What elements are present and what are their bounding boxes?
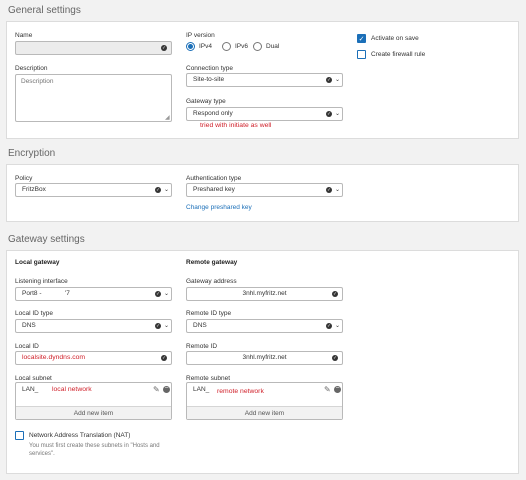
nat-checkbox[interactable]: Network Address Translation (NAT) [15, 431, 130, 440]
check-circle-icon: ✓ [155, 187, 161, 193]
check-circle-icon: ✓ [326, 77, 332, 83]
nat-note: You must first create these subnets in "… [29, 443, 160, 457]
local-subnet-label: Local subnet [15, 375, 52, 382]
local-gateway-heading: Local gateway [15, 259, 60, 266]
checkbox-icon [357, 50, 366, 59]
section-title-encryption: Encryption [8, 148, 56, 159]
list-item: LAN_ local network ✎ − [16, 383, 171, 397]
policy-label: Policy [15, 175, 33, 182]
listening-interface-select[interactable]: Port8 - '7 ✓ ⌄ [15, 287, 172, 301]
check-circle-icon: ✓ [155, 291, 161, 297]
check-circle-icon: ✓ [161, 45, 167, 51]
radio-dual[interactable]: Dual [253, 42, 279, 51]
gateway-address-label: Gateway address [186, 278, 237, 285]
connection-type-label: Connection type [186, 65, 233, 72]
list-item: LAN_ remote network ✎ − [187, 383, 342, 397]
minus-circle-icon[interactable]: − [163, 385, 170, 393]
policy-select[interactable]: FritzBox ✓ ⌄ [15, 183, 172, 197]
local-id-type-select[interactable]: DNS ✓ ⌄ [15, 319, 172, 333]
remote-id-type-label: Remote ID type [186, 310, 232, 317]
connection-type-select[interactable]: Site-to-site ✓ ⌄ [186, 73, 343, 87]
radio-icon [186, 42, 195, 51]
radio-icon [253, 42, 262, 51]
radio-ipv6[interactable]: IPv6 [222, 42, 248, 51]
gateway-type-label: Gateway type [186, 98, 226, 105]
check-circle-icon: ✓ [332, 355, 338, 361]
radio-ipv4[interactable]: IPv4 [186, 42, 212, 51]
pencil-icon[interactable]: ✎ [324, 383, 331, 397]
description-label: Description [15, 65, 48, 72]
resize-grip-icon[interactable]: ◢ [165, 114, 170, 121]
auth-type-label: Authentication type [186, 175, 242, 182]
chevron-down-icon: ⌄ [163, 187, 169, 193]
create-firewall-rule-checkbox[interactable]: Create firewall rule [357, 50, 425, 59]
section-title-gateway: Gateway settings [8, 234, 85, 245]
add-new-item-button[interactable]: Add new item [16, 406, 171, 419]
checkbox-icon [15, 431, 24, 440]
local-subnet-list: LAN_ local network ✎ − Add new item [15, 382, 172, 420]
remote-subnet-list: LAN_ remote network ✎ − Add new item [186, 382, 343, 420]
change-preshared-key-link[interactable]: Change preshared key [186, 204, 252, 211]
check-circle-icon: ✓ [326, 323, 332, 329]
minus-circle-icon[interactable]: − [334, 385, 341, 393]
check-circle-icon: ✓ [332, 291, 338, 297]
chevron-down-icon: ⌄ [334, 111, 340, 117]
check-circle-icon: ✓ [326, 111, 332, 117]
check-circle-icon: ✓ [155, 323, 161, 329]
activate-on-save-checkbox[interactable]: ✓ Activate on save [357, 34, 419, 43]
auth-type-select[interactable]: Preshared key ✓ ⌄ [186, 183, 343, 197]
remote-id-field[interactable]: 3nhl.myfritz.net ✓ [186, 351, 343, 365]
name-label: Name [15, 32, 33, 39]
chevron-down-icon: ⌄ [163, 323, 169, 329]
check-circle-icon: ✓ [161, 355, 167, 361]
remote-id-label: Remote ID [186, 343, 218, 350]
encryption-card: Policy FritzBox ✓ ⌄ Authentication type … [6, 164, 519, 222]
gateway-type-annotation: tried with initiate as well [200, 122, 272, 129]
checkbox-icon: ✓ [357, 34, 366, 43]
remote-subnet-label: Remote subnet [186, 375, 231, 382]
radio-icon [222, 42, 231, 51]
name-field[interactable]: ✓ [15, 41, 172, 55]
local-id-label: Local ID [15, 343, 39, 350]
local-subnet-annotation: local network [52, 386, 92, 393]
chevron-down-icon: ⌄ [334, 187, 340, 193]
ip-version-label: IP version [186, 32, 215, 39]
local-id-field[interactable]: localsite.dyndns.com ✓ [15, 351, 172, 365]
chevron-down-icon: ⌄ [334, 323, 340, 329]
section-title-general: General settings [8, 5, 81, 16]
remote-subnet-annotation: remote network [217, 388, 264, 395]
description-textarea[interactable] [15, 74, 172, 122]
chevron-down-icon: ⌄ [163, 291, 169, 297]
pencil-icon[interactable]: ✎ [153, 383, 160, 397]
add-new-item-button[interactable]: Add new item [187, 406, 342, 419]
gateway-type-select[interactable]: Respond only ✓ ⌄ [186, 107, 343, 121]
general-settings-card: Name ✓ Description ◢ IP version IPv4 IPv… [6, 21, 519, 139]
gateway-address-field[interactable]: 3nhl.myfritz.net ✓ [186, 287, 343, 301]
chevron-down-icon: ⌄ [334, 77, 340, 83]
listening-interface-label: Listening interface [15, 278, 68, 285]
remote-id-type-select[interactable]: DNS ✓ ⌄ [186, 319, 343, 333]
local-id-type-label: Local ID type [15, 310, 53, 317]
remote-gateway-heading: Remote gateway [186, 259, 238, 266]
check-circle-icon: ✓ [326, 187, 332, 193]
gateway-settings-card: Local gateway Remote gateway Listening i… [6, 250, 519, 474]
